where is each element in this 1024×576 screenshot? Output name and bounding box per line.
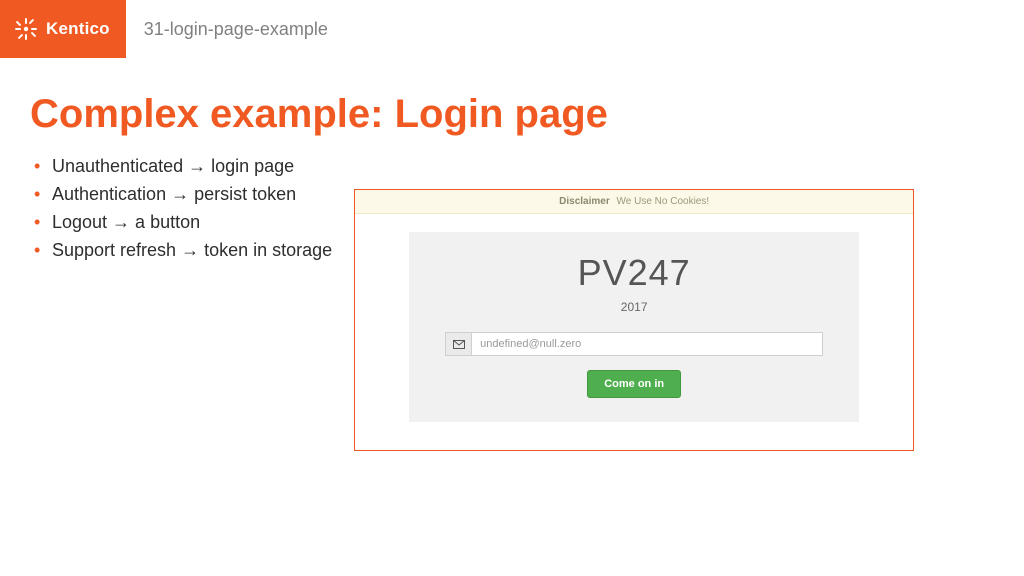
login-button[interactable]: Come on in: [587, 370, 681, 398]
list-item: Logout → a button: [30, 209, 332, 235]
disclaimer-text: We Use No Cookies!: [617, 196, 710, 207]
content-row: Unauthenticated → login page Authenticat…: [30, 153, 994, 451]
brand-name: Kentico: [46, 19, 110, 39]
login-card: PV247 2017 Come on in: [409, 232, 859, 422]
brand-logo: Kentico: [0, 0, 126, 58]
email-field[interactable]: [471, 332, 823, 356]
page-title: Complex example: Login page: [30, 92, 994, 137]
disclaimer-bar: Disclaimer We Use No Cookies!: [355, 190, 913, 214]
kentico-icon: [14, 17, 38, 41]
screenshot-frame: Disclaimer We Use No Cookies! PV247 2017: [354, 189, 914, 451]
login-title: PV247: [445, 252, 823, 294]
bullet-list: Unauthenticated → login page Authenticat…: [30, 153, 332, 265]
email-field-row: [445, 332, 823, 356]
button-row: Come on in: [445, 370, 823, 398]
slide-body: Complex example: Login page Unauthentica…: [0, 58, 1024, 451]
screenshot-content: Disclaimer We Use No Cookies! PV247 2017: [355, 190, 913, 450]
breadcrumb: 31-login-page-example: [126, 0, 328, 58]
list-item: Support refresh → token in storage: [30, 237, 332, 263]
header: Kentico 31-login-page-example: [0, 0, 1024, 58]
list-item: Authentication → persist token: [30, 181, 332, 207]
login-subtitle: 2017: [445, 300, 823, 314]
list-item: Unauthenticated → login page: [30, 153, 332, 179]
login-area: PV247 2017 Come on in: [355, 214, 913, 450]
mail-icon: [445, 332, 471, 356]
disclaimer-label: Disclaimer: [559, 196, 610, 207]
